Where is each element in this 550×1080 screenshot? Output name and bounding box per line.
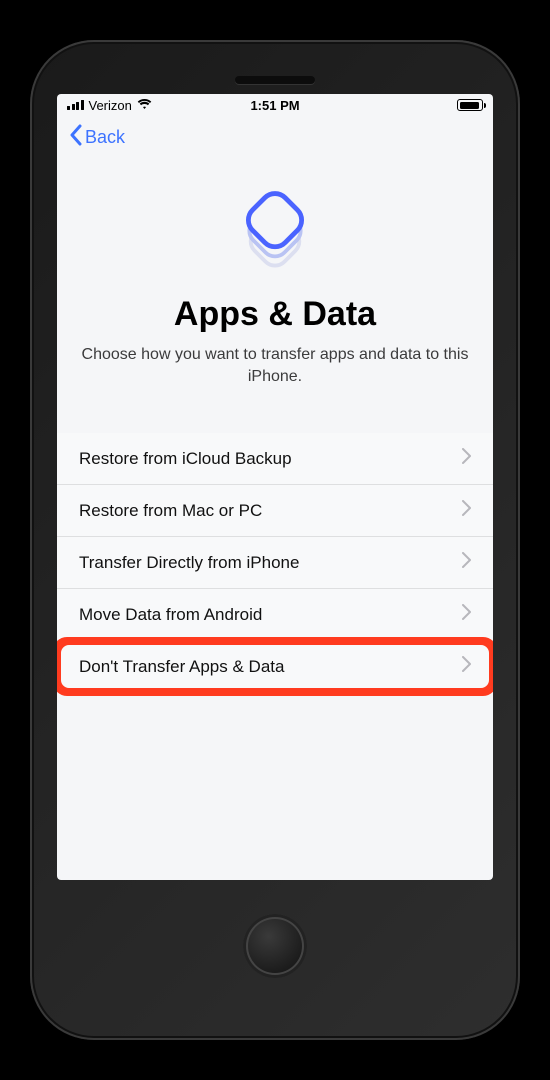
screen: Verizon 1:51 PM	[57, 94, 493, 880]
status-right	[344, 99, 483, 111]
option-transfer-iphone[interactable]: Transfer Directly from iPhone	[57, 537, 493, 589]
option-restore-icloud[interactable]: Restore from iCloud Backup	[57, 433, 493, 485]
page-title: Apps & Data	[174, 295, 376, 334]
hero-section: Apps & Data Choose how you want to trans…	[57, 158, 493, 399]
options-list: Restore from iCloud Backup Restore from …	[57, 433, 493, 692]
option-label: Restore from Mac or PC	[79, 501, 262, 521]
back-button[interactable]: Back	[63, 120, 131, 155]
status-bar: Verizon 1:51 PM	[57, 94, 493, 116]
back-label: Back	[85, 127, 125, 148]
status-left: Verizon	[67, 98, 206, 113]
page-subtitle: Choose how you want to transfer apps and…	[57, 344, 493, 387]
option-label: Restore from iCloud Backup	[79, 449, 292, 469]
option-label: Transfer Directly from iPhone	[79, 553, 299, 573]
phone-speaker	[235, 76, 315, 84]
option-dont-transfer[interactable]: Don't Transfer Apps & Data	[57, 641, 493, 692]
chevron-right-icon	[462, 447, 471, 470]
clock-label: 1:51 PM	[206, 98, 345, 113]
phone-frame: Verizon 1:51 PM	[30, 40, 520, 1040]
battery-icon	[457, 99, 483, 111]
chevron-right-icon	[462, 603, 471, 626]
chevron-right-icon	[462, 551, 471, 574]
wifi-icon	[137, 98, 152, 113]
option-restore-mac-pc[interactable]: Restore from Mac or PC	[57, 485, 493, 537]
chevron-right-icon	[462, 499, 471, 522]
option-move-android[interactable]: Move Data from Android	[57, 589, 493, 641]
apps-data-stack-icon	[227, 176, 323, 277]
chevron-right-icon	[462, 655, 471, 678]
carrier-label: Verizon	[89, 98, 132, 113]
option-label: Don't Transfer Apps & Data	[79, 657, 284, 677]
option-label: Move Data from Android	[79, 605, 262, 625]
nav-bar: Back	[57, 116, 493, 158]
chevron-left-icon	[69, 124, 83, 151]
home-button[interactable]	[243, 914, 307, 978]
signal-bars-icon	[67, 100, 84, 110]
